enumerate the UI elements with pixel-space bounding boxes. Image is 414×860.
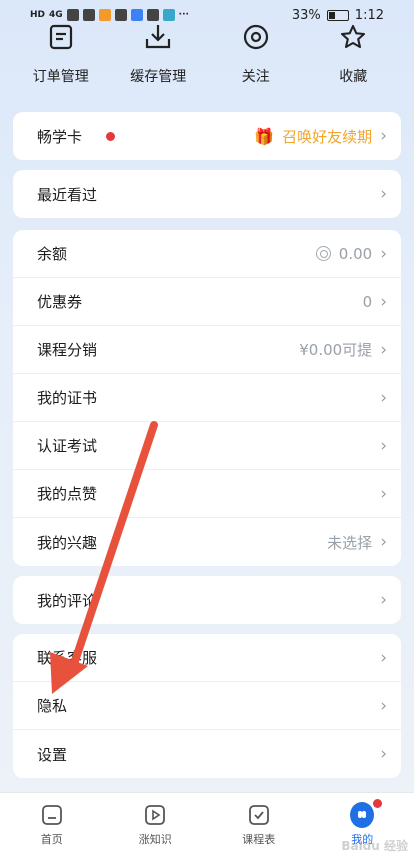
certificate-label: 我的证书 — [37, 389, 98, 407]
coupon-row[interactable]: 优惠券 0 › — [13, 278, 401, 326]
chevron-right-icon: › — [380, 590, 387, 610]
distribution-row[interactable]: 课程分销 ¥0.00可提 › — [13, 326, 401, 374]
exam-row[interactable]: 认证考试 › — [13, 422, 401, 470]
coupon-label: 优惠券 — [37, 293, 83, 311]
account-card: 余额 0.00 › 优惠券 0 › 课程分销 ¥0.00可提 › 我的证书 › … — [13, 230, 401, 566]
eye-icon — [239, 20, 273, 54]
download-icon — [141, 20, 175, 54]
comments-row[interactable]: 我的评论 › — [13, 576, 401, 624]
distribution-value: ¥0.00可提 — [299, 341, 373, 359]
likes-row[interactable]: 我的点赞 › — [13, 470, 401, 518]
membership-card: 畅学卡 🎁 召唤好友续期 › — [13, 112, 401, 160]
quick-label: 收藏 — [339, 69, 368, 85]
tab-schedule[interactable]: 课程表 — [219, 803, 299, 847]
interests-value: 未选择 — [327, 533, 373, 552]
settings-label: 设置 — [37, 745, 68, 764]
certificate-row[interactable]: 我的证书 › — [13, 374, 401, 422]
chevron-right-icon: › — [380, 744, 387, 764]
chevron-right-icon: › — [380, 387, 387, 408]
quick-label: 缓存管理 — [130, 69, 187, 85]
chevron-right-icon: › — [380, 339, 387, 360]
recent-row[interactable]: 最近看过 › — [13, 170, 401, 218]
quick-item-favorites[interactable]: 收藏 — [313, 14, 393, 94]
privacy-row[interactable]: 隐私 › — [13, 682, 401, 730]
balance-row[interactable]: 余额 0.00 › — [13, 230, 401, 278]
chevron-right-icon: › — [380, 695, 387, 716]
exam-label: 认证考试 — [37, 437, 98, 455]
home-icon — [40, 803, 64, 827]
chevron-right-icon: › — [380, 243, 387, 264]
distribution-label: 课程分销 — [37, 341, 98, 359]
comments-card: 我的评论 › — [13, 576, 401, 624]
chevron-right-icon: › — [380, 184, 387, 204]
interests-row[interactable]: 我的兴趣 未选择 › — [13, 518, 401, 566]
support-card: 联系客服 › 隐私 › 设置 › — [13, 634, 401, 778]
membership-label: 畅学卡 — [37, 127, 83, 146]
tab-label: 涨知识 — [138, 833, 172, 846]
quick-nav: 订单管理 缓存管理 关注 收藏 — [0, 14, 414, 94]
privacy-label: 隐私 — [37, 697, 68, 715]
profile-icon — [350, 799, 383, 828]
play-icon — [143, 803, 167, 827]
recent-label: 最近看过 — [37, 185, 98, 204]
star-icon — [336, 20, 370, 54]
quick-label: 订单管理 — [32, 69, 89, 85]
gift-icon: 🎁 — [254, 126, 275, 146]
interests-label: 我的兴趣 — [37, 533, 98, 552]
balance-label: 余额 — [37, 245, 68, 263]
order-list-icon — [44, 20, 78, 54]
chevron-right-icon: › — [380, 483, 387, 504]
comments-label: 我的评论 — [37, 591, 98, 610]
tab-label: 课程表 — [242, 833, 276, 846]
chevron-right-icon: › — [380, 291, 387, 312]
recent-card: 最近看过 › — [13, 170, 401, 218]
watermark: Baidu 经验 — [341, 839, 408, 853]
service-row[interactable]: 联系客服 › — [13, 634, 401, 682]
quick-item-follow[interactable]: 关注 — [216, 14, 296, 94]
tab-home[interactable]: 首页 — [12, 803, 92, 847]
chevron-right-icon: › — [380, 435, 387, 456]
settings-row[interactable]: 设置 › — [13, 730, 401, 778]
chevron-right-icon: › — [380, 532, 387, 552]
new-badge — [106, 131, 116, 141]
quick-item-cache[interactable]: 缓存管理 — [118, 14, 198, 94]
notification-badge — [373, 799, 383, 808]
schedule-icon — [247, 803, 271, 827]
tab-label: 首页 — [40, 833, 63, 846]
service-label: 联系客服 — [37, 649, 98, 667]
chevron-right-icon: › — [380, 126, 387, 146]
coin-icon — [315, 246, 331, 261]
balance-value: 0.00 — [338, 244, 373, 263]
quick-item-orders[interactable]: 订单管理 — [21, 14, 101, 94]
invite-promo: 召唤好友续期 — [282, 127, 373, 146]
tab-knowledge[interactable]: 涨知识 — [115, 803, 195, 847]
membership-row[interactable]: 畅学卡 🎁 召唤好友续期 › — [13, 112, 401, 160]
chevron-right-icon: › — [380, 647, 387, 668]
likes-label: 我的点赞 — [37, 485, 98, 503]
quick-label: 关注 — [241, 69, 270, 85]
coupon-value: 0 — [362, 292, 373, 311]
